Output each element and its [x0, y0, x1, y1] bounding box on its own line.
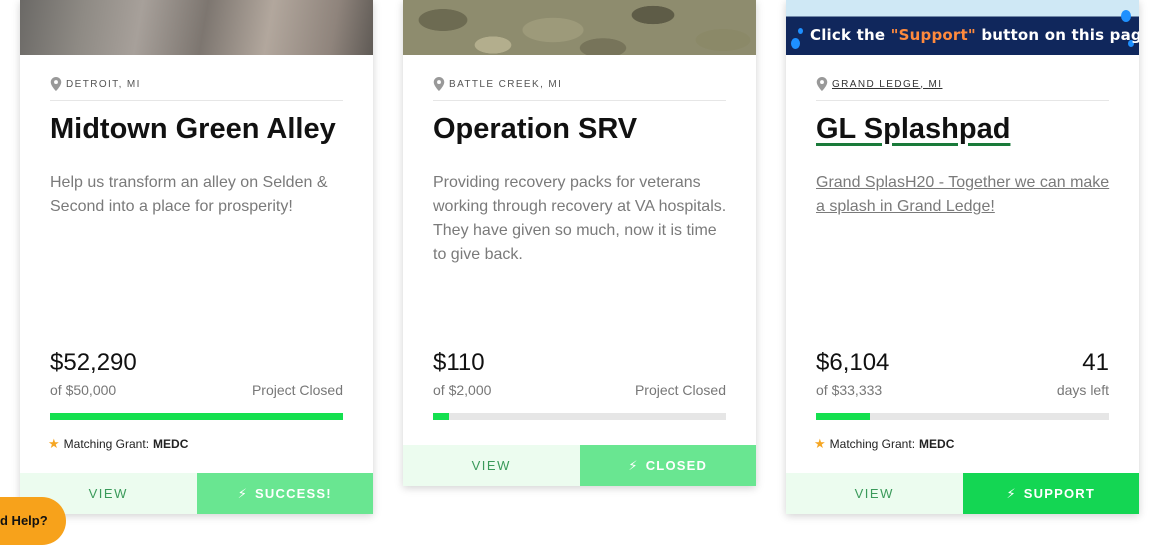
grant-label: Matching Grant:	[63, 437, 150, 451]
amount-raised: $6,104	[816, 349, 890, 376]
project-status: Project Closed	[634, 382, 726, 398]
funding-progress-bar	[433, 413, 726, 420]
map-pin-icon	[50, 77, 62, 91]
project-banner-image[interactable]: Click the "Support" button on this page!	[786, 0, 1139, 55]
amount-raised: $110	[433, 349, 485, 376]
days-left-label: days left	[1056, 382, 1109, 398]
location-link[interactable]: GRAND LEDGE, MI	[816, 77, 942, 91]
divider	[433, 100, 726, 101]
lightning-icon: ⚡	[1006, 485, 1017, 501]
matching-grant: ★ Matching Grant: MEDC	[814, 436, 954, 452]
project-description: Providing recovery packs for veterans wo…	[433, 174, 727, 263]
view-button[interactable]: VIEW	[403, 445, 580, 486]
location-text: BATTLE CREEK, MI	[449, 78, 563, 90]
star-icon: ★	[48, 436, 60, 451]
lightning-icon: ⚡	[628, 457, 639, 473]
project-image[interactable]	[20, 0, 373, 55]
project-status: Project Closed	[251, 382, 343, 398]
banner-text-post: button on this page!	[981, 26, 1139, 44]
water-drop-decoration	[791, 38, 800, 49]
project-description-link[interactable]: Grand SplasH20 - Together we can make a …	[816, 171, 1111, 219]
progress-fill	[50, 413, 343, 420]
location-text: DETROIT, MI	[66, 78, 141, 90]
grant-label: Matching Grant:	[829, 437, 916, 451]
banner-text-pre: Click the	[810, 26, 891, 44]
success-button[interactable]: ⚡ SUCCESS!	[196, 473, 373, 514]
funding-progress-bar	[50, 413, 343, 420]
funding-progress-bar	[816, 413, 1109, 420]
amount-raised: $52,290	[50, 349, 137, 376]
progress-fill	[433, 413, 450, 420]
banner-text-highlight: "Support"	[890, 26, 976, 44]
star-icon: ★	[814, 436, 826, 451]
card-actions: VIEW ⚡ SUPPORT	[786, 473, 1139, 514]
project-title-link[interactable]: GL Splashpad	[816, 113, 1010, 146]
project-card-midtown-green-alley: DETROIT, MI Midtown Green Alley Help us …	[20, 0, 373, 514]
lightning-icon: ⚡	[237, 485, 249, 501]
action-label: SUCCESS!	[255, 486, 332, 501]
location: DETROIT, MI	[50, 77, 141, 91]
progress-fill	[816, 413, 870, 420]
divider	[816, 100, 1109, 101]
banner-text: Click the "Support" button on this page!	[810, 26, 1139, 44]
view-button[interactable]: VIEW	[786, 473, 963, 514]
action-label: SUPPORT	[1023, 486, 1096, 501]
help-button[interactable]: d Help?	[0, 497, 66, 545]
location-text[interactable]: GRAND LEDGE, MI	[832, 79, 942, 90]
funding-goal: of $50,000	[50, 382, 117, 398]
closed-button[interactable]: ⚡ CLOSED	[579, 445, 756, 486]
project-card-operation-srv: BATTLE CREEK, MI Operation SRV Providing…	[403, 0, 756, 486]
grant-name: MEDC	[919, 437, 955, 451]
days-left-count: 41	[1082, 349, 1109, 376]
support-button[interactable]: ⚡ SUPPORT	[962, 473, 1139, 514]
card-actions: VIEW ⚡ CLOSED	[403, 445, 756, 486]
card-actions: VIEW ⚡ SUCCESS!	[20, 473, 373, 514]
project-title[interactable]: Midtown Green Alley	[50, 113, 336, 146]
project-description: Help us transform an alley on Selden & S…	[50, 174, 328, 215]
water-drop-decoration	[1121, 10, 1131, 22]
divider	[50, 100, 343, 101]
action-label: CLOSED	[645, 458, 708, 473]
location: BATTLE CREEK, MI	[433, 77, 562, 91]
grant-name: MEDC	[153, 437, 189, 451]
map-pin-icon	[433, 77, 445, 91]
project-image[interactable]	[403, 0, 756, 55]
funding-goal: of $2,000	[433, 382, 492, 398]
project-card-gl-splashpad: Click the "Support" button on this page!…	[786, 0, 1139, 514]
water-drop-decoration	[798, 28, 803, 34]
project-title[interactable]: Operation SRV	[433, 113, 637, 146]
matching-grant: ★ Matching Grant: MEDC	[48, 436, 188, 452]
funding-goal: of $33,333	[816, 382, 883, 398]
map-pin-icon	[816, 77, 828, 91]
